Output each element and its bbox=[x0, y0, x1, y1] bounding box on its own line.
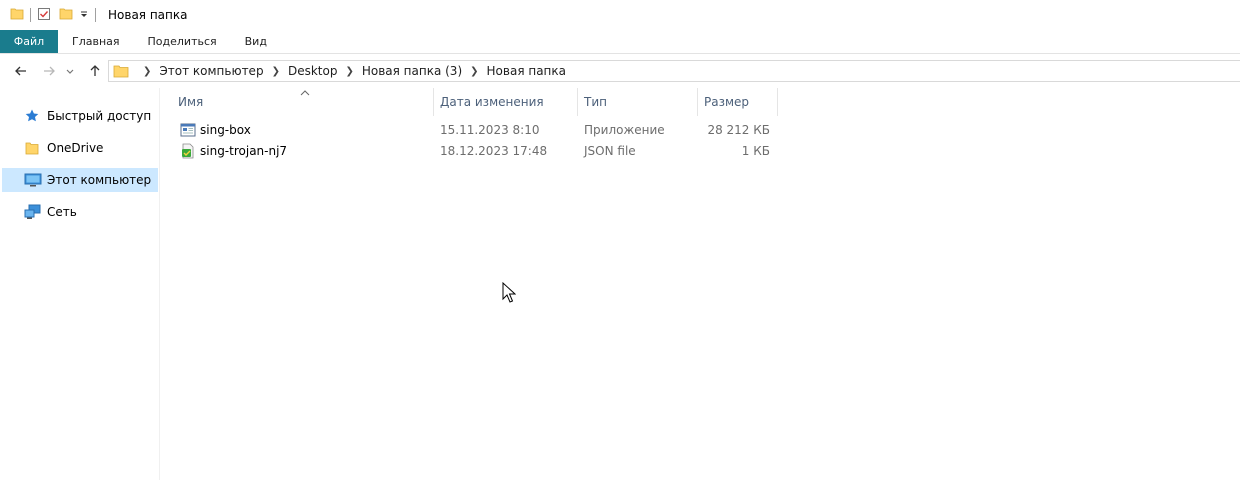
file-name: sing-box bbox=[200, 123, 251, 137]
ribbon-tabs: Файл Главная Поделиться Вид bbox=[0, 30, 1240, 54]
file-name: sing-trojan-nj7 bbox=[200, 144, 288, 158]
folder-icon bbox=[24, 140, 42, 156]
address-bar[interactable]: ❯ Этот компьютер ❯ Desktop ❯ Новая папка… bbox=[108, 60, 1240, 82]
window-title: Новая папка bbox=[108, 8, 188, 22]
network-icon bbox=[24, 204, 42, 220]
arrow-left-icon bbox=[14, 64, 28, 78]
arrow-right-icon bbox=[42, 64, 56, 78]
file-date: 18.12.2023 17:48 bbox=[440, 144, 548, 158]
column-header-label: Тип bbox=[584, 95, 607, 109]
table-row[interactable]: sing-box 15.11.2023 8:10 Приложение 28 2… bbox=[162, 120, 782, 141]
navigation-bar: ❯ Этот компьютер ❯ Desktop ❯ Новая папка… bbox=[0, 54, 1240, 88]
file-size: 28 212 КБ bbox=[707, 123, 770, 137]
file-type: Приложение bbox=[584, 123, 665, 137]
file-list: Имя Дата изменения Тип Размер sing-box 1… bbox=[162, 88, 1240, 480]
chevron-right-icon[interactable]: ❯ bbox=[345, 66, 353, 77]
chevron-right-icon[interactable]: ❯ bbox=[470, 66, 478, 77]
forward-button[interactable] bbox=[38, 60, 60, 82]
arrow-up-icon bbox=[88, 64, 102, 78]
sidebar-item-quick-access[interactable]: Быстрый доступ bbox=[2, 104, 158, 128]
application-icon bbox=[180, 122, 196, 138]
sort-ascending-icon bbox=[300, 88, 310, 99]
sidebar-item-label: OneDrive bbox=[47, 141, 104, 155]
sidebar-item-label: Сеть bbox=[47, 205, 77, 219]
folder-icon bbox=[113, 63, 129, 79]
folder-icon bbox=[10, 7, 24, 24]
up-button[interactable] bbox=[84, 60, 106, 82]
navigation-pane: Быстрый доступ OneDrive Этот компьютер С… bbox=[0, 88, 160, 480]
chevron-right-icon[interactable]: ❯ bbox=[143, 66, 151, 77]
back-button[interactable] bbox=[10, 60, 32, 82]
computer-icon bbox=[24, 172, 42, 188]
column-header-type[interactable]: Тип bbox=[578, 88, 698, 116]
column-header-label: Размер bbox=[704, 95, 750, 109]
title-bar: Новая папка bbox=[0, 0, 1240, 30]
sidebar-item-label: Этот компьютер bbox=[47, 173, 152, 187]
breadcrumb-desktop[interactable]: Desktop bbox=[288, 64, 338, 78]
sidebar-item-label: Быстрый доступ bbox=[47, 109, 152, 123]
customize-dropdown-icon[interactable] bbox=[79, 8, 89, 22]
table-row[interactable]: sing-trojan-nj7 18.12.2023 17:48 JSON fi… bbox=[162, 141, 782, 162]
file-size: 1 КБ bbox=[741, 144, 770, 158]
breadcrumb-this-pc[interactable]: Этот компьютер bbox=[159, 64, 263, 78]
chevron-down-icon bbox=[65, 66, 75, 76]
breadcrumb-new-folder-3[interactable]: Новая папка (3) bbox=[362, 64, 462, 78]
breadcrumb: ❯ Этот компьютер ❯ Desktop ❯ Новая папка… bbox=[135, 64, 566, 78]
file-type: JSON file bbox=[584, 144, 636, 158]
star-icon bbox=[24, 108, 42, 124]
sidebar-item-this-pc[interactable]: Этот компьютер bbox=[2, 168, 158, 192]
properties-icon[interactable] bbox=[37, 7, 51, 24]
tab-view[interactable]: Вид bbox=[231, 30, 281, 53]
new-folder-icon[interactable] bbox=[59, 7, 73, 24]
column-header-date[interactable]: Дата изменения bbox=[434, 88, 578, 116]
tab-home[interactable]: Главная bbox=[58, 30, 134, 53]
column-header-label: Дата изменения bbox=[440, 95, 544, 109]
json-file-icon bbox=[180, 143, 196, 159]
sidebar-item-onedrive[interactable]: OneDrive bbox=[2, 136, 158, 160]
column-header-label: Имя bbox=[178, 95, 204, 109]
sidebar-item-network[interactable]: Сеть bbox=[2, 200, 158, 224]
tab-file[interactable]: Файл bbox=[0, 30, 58, 53]
quick-access-toolbar bbox=[0, 7, 102, 24]
chevron-right-icon[interactable]: ❯ bbox=[272, 66, 280, 77]
breadcrumb-new-folder[interactable]: Новая папка bbox=[487, 64, 566, 78]
column-header-size[interactable]: Размер bbox=[698, 88, 778, 116]
file-date: 15.11.2023 8:10 bbox=[440, 123, 540, 137]
mouse-cursor-icon bbox=[502, 281, 517, 307]
tab-share[interactable]: Поделиться bbox=[134, 30, 231, 53]
recent-locations-button[interactable] bbox=[62, 60, 78, 82]
